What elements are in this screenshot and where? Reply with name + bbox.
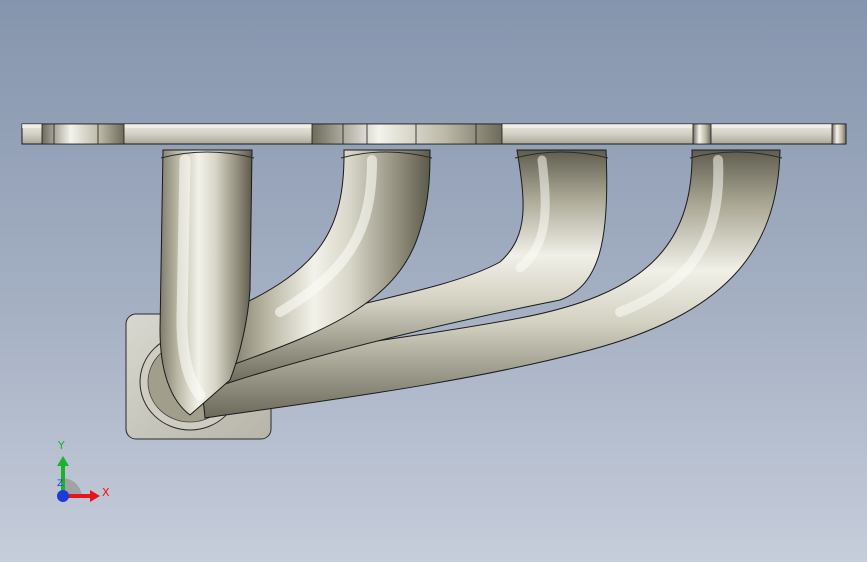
y-axis-arrowhead	[57, 456, 69, 466]
triad-axes	[57, 456, 100, 502]
orientation-triad[interactable]: Y X Z	[44, 438, 114, 510]
x-axis-arrowhead	[90, 490, 100, 502]
runner-collars	[160, 151, 783, 159]
x-axis-label: X	[102, 486, 110, 499]
z-axis-label: Z	[57, 479, 64, 489]
cad-viewport[interactable]: Y X Z	[0, 0, 867, 562]
z-axis-dot	[57, 490, 69, 502]
exhaust-manifold-model[interactable]	[0, 0, 867, 562]
bolt-hole-4	[831, 123, 847, 145]
y-axis-label: Y	[58, 439, 65, 452]
bolt-hole-2	[311, 123, 503, 145]
bolt-hole-3	[692, 123, 712, 145]
head-flange[interactable]	[21, 123, 847, 145]
